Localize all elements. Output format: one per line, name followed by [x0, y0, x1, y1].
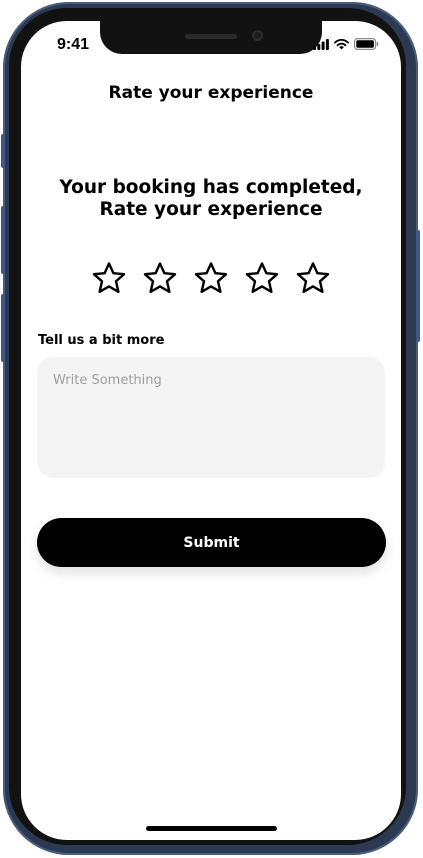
- phone-screen: 9:41 Rate your experience Your booking h…: [21, 21, 401, 840]
- feedback-textarea[interactable]: [37, 357, 385, 478]
- star-icon[interactable]: [140, 259, 180, 299]
- front-camera: [252, 30, 263, 41]
- status-icons: [313, 38, 379, 50]
- status-time: 9:41: [57, 36, 90, 53]
- volume-up-button: [1, 206, 5, 274]
- page-title: Rate your experience: [108, 83, 314, 103]
- star-icon[interactable]: [89, 259, 129, 299]
- star-icon[interactable]: [293, 259, 333, 299]
- star-rating[interactable]: [89, 259, 333, 299]
- submit-button[interactable]: Submit: [37, 518, 386, 567]
- volume-down-button: [1, 294, 5, 362]
- home-indicator: [146, 826, 277, 831]
- signal-icon: [313, 38, 329, 50]
- mute-switch: [1, 134, 5, 168]
- wifi-icon: [334, 38, 349, 49]
- notch: [100, 21, 322, 54]
- star-icon[interactable]: [191, 259, 231, 299]
- speaker: [185, 34, 237, 39]
- feedback-label: Tell us a bit more: [38, 333, 165, 348]
- completion-heading: Your booking has completed, Rate your ex…: [59, 177, 363, 220]
- star-icon[interactable]: [242, 259, 282, 299]
- power-button: [416, 230, 420, 342]
- battery-icon: [354, 38, 379, 50]
